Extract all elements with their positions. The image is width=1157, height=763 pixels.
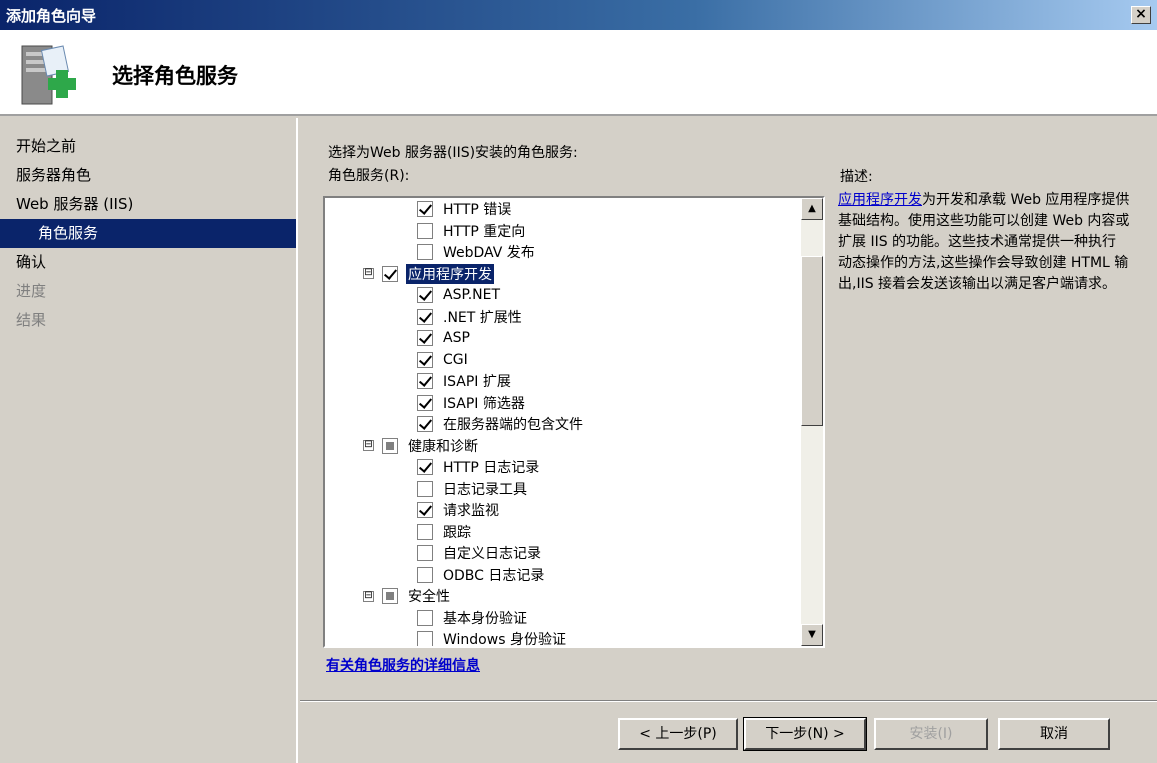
tree-row[interactable]: ⊟ 应用程序开发 xyxy=(363,262,495,285)
nav-item[interactable]: 确认 xyxy=(0,248,296,277)
checkbox[interactable] xyxy=(417,244,433,260)
tree-item-label[interactable]: 日志记录工具 xyxy=(441,479,529,499)
checkbox[interactable] xyxy=(382,588,398,604)
tree-item-label[interactable]: WebDAV 发布 xyxy=(441,242,537,262)
checkbox[interactable] xyxy=(417,566,433,583)
role-services-label: 角色服务(R): xyxy=(328,168,410,184)
checkbox[interactable] xyxy=(417,394,433,411)
nav-item[interactable]: 开始之前 xyxy=(0,132,296,161)
checkbox[interactable] xyxy=(417,373,433,389)
tree-item-label[interactable]: ODBC 日志记录 xyxy=(441,565,546,585)
more-info-link[interactable]: 有关角色服务的详细信息 xyxy=(326,655,480,675)
checkbox[interactable] xyxy=(417,545,433,561)
checkbox[interactable] xyxy=(417,330,433,346)
tree-row[interactable]: 在服务器端的包含文件 xyxy=(417,413,585,435)
tree-item-label[interactable]: 自定义日志记录 xyxy=(441,543,543,563)
tree-row[interactable]: 日志记录工具 xyxy=(417,478,529,500)
description-label: 描述: xyxy=(840,169,873,185)
scroll-down-icon[interactable]: ▼ xyxy=(801,624,823,646)
checkbox[interactable] xyxy=(417,459,433,475)
collapse-icon[interactable]: ⊟ xyxy=(363,440,374,451)
tree-row[interactable]: 请求监视 xyxy=(417,499,501,521)
scroll-thumb[interactable] xyxy=(801,256,823,426)
nav-item[interactable]: 服务器角色 xyxy=(0,161,296,190)
tree-item-label[interactable]: 应用程序开发 xyxy=(405,262,495,285)
tree-row[interactable]: Windows 身份验证 xyxy=(417,628,568,646)
tree-row[interactable]: HTTP 日志记录 xyxy=(417,456,541,478)
window-title: 添加角色向导 xyxy=(6,6,97,25)
tree-row[interactable]: ⊟ 安全性 xyxy=(363,585,452,607)
checkbox[interactable] xyxy=(417,609,433,626)
checkbox[interactable] xyxy=(382,265,398,282)
tree-item-label[interactable]: ASP.NET xyxy=(441,287,502,303)
next-button[interactable]: 下一步(N) > xyxy=(743,717,867,751)
checkbox[interactable] xyxy=(417,287,433,303)
tree-row[interactable]: ISAPI 扩展 xyxy=(417,370,513,392)
tree-row[interactable]: HTTP 重定向 xyxy=(417,220,527,242)
nav-item[interactable]: 角色服务 xyxy=(0,219,296,248)
checkbox[interactable] xyxy=(417,480,433,497)
main-content: 选择为Web 服务器(IIS)安装的角色服务: 角色服务(R): HTTP 错误… xyxy=(300,118,1157,763)
tree-row[interactable]: ASP.NET xyxy=(417,284,502,306)
nav-item: 结果 xyxy=(16,311,47,329)
cancel-button[interactable]: 取消 xyxy=(998,718,1110,750)
tree-row[interactable]: 自定义日志记录 xyxy=(417,542,543,564)
checkbox[interactable] xyxy=(417,416,433,432)
tree-row[interactable]: CGI xyxy=(417,349,470,371)
role-services-tree[interactable]: HTTP 错误 HTTP 重定向 WebDAV 发布 ⊟ 应用程序开发 ASP.NET .N… xyxy=(323,196,825,648)
tree-item-label[interactable]: 基本身份验证 xyxy=(441,608,529,628)
description-link[interactable]: 应用程序开发 xyxy=(838,192,922,208)
install-button: 安装(I) xyxy=(874,718,988,750)
page-heading: 选择角色服务 xyxy=(112,64,238,88)
close-button[interactable]: × xyxy=(1131,6,1151,24)
nav-item[interactable]: Web 服务器 (IIS) xyxy=(0,190,296,219)
tree-item-label[interactable]: ISAPI 筛选器 xyxy=(441,393,527,413)
scroll-up-icon[interactable]: ▲ xyxy=(801,198,823,220)
checkbox[interactable] xyxy=(417,222,433,239)
checkbox[interactable] xyxy=(417,523,433,540)
tree-item-label[interactable]: HTTP 日志记录 xyxy=(441,457,541,477)
button-separator xyxy=(300,700,1157,702)
prompt-text: 选择为Web 服务器(IIS)安装的角色服务: xyxy=(328,145,578,161)
tree-item-label[interactable]: 跟踪 xyxy=(441,522,473,542)
checkbox[interactable] xyxy=(417,201,433,217)
vertical-scrollbar[interactable]: ▲ ▼ xyxy=(801,198,823,646)
wizard-nav: 开始之前 服务器角色 Web 服务器 (IIS) 角色服务 确认进度结果 xyxy=(0,118,298,763)
back-button[interactable]: < 上一步(P) xyxy=(618,718,738,750)
tree-row[interactable]: HTTP 错误 xyxy=(417,198,513,220)
collapse-icon[interactable]: ⊟ xyxy=(363,268,374,279)
tree-item-label[interactable]: 请求监视 xyxy=(441,500,501,520)
tree-row[interactable]: WebDAV 发布 xyxy=(417,241,537,263)
wizard-header: 选择角色服务 xyxy=(0,30,1157,116)
tree-item-label[interactable]: 健康和诊断 xyxy=(406,436,480,456)
checkbox[interactable] xyxy=(417,351,433,368)
tree-row[interactable]: ISAPI 筛选器 xyxy=(417,392,527,414)
tree-row[interactable]: ASP xyxy=(417,327,472,349)
collapse-icon[interactable]: ⊟ xyxy=(363,590,374,602)
server-add-icon xyxy=(21,45,76,105)
tree-item-label[interactable]: 安全性 xyxy=(406,586,452,606)
tree-item-label[interactable]: Windows 身份验证 xyxy=(441,629,568,646)
checkbox[interactable] xyxy=(382,437,398,454)
tree-item-label[interactable]: .NET 扩展性 xyxy=(441,307,524,327)
tree-row[interactable]: 跟踪 xyxy=(417,521,473,543)
nav-item: 进度 xyxy=(16,282,47,300)
tree-row[interactable]: ODBC 日志记录 xyxy=(417,564,546,586)
tree-item-label[interactable]: HTTP 错误 xyxy=(441,199,513,219)
description-text: 应用程序开发为开发和承载 Web 应用程序提供基础结构。使用这些功能可以创建 W… xyxy=(838,190,1130,295)
tree-row[interactable]: .NET 扩展性 xyxy=(417,306,524,328)
checkbox[interactable] xyxy=(417,502,433,518)
checkbox[interactable] xyxy=(417,308,433,325)
tree-item-label[interactable]: 在服务器端的包含文件 xyxy=(441,414,585,434)
tree-row[interactable]: ⊟ 健康和诊断 xyxy=(363,435,480,457)
tree-row[interactable]: 基本身份验证 xyxy=(417,607,529,629)
tree-item-label[interactable]: CGI xyxy=(441,352,470,368)
title-bar: 添加角色向导 × xyxy=(0,0,1157,30)
tree-item-label[interactable]: HTTP 重定向 xyxy=(441,221,527,241)
tree-item-label[interactable]: ASP xyxy=(441,330,472,346)
tree-item-label[interactable]: ISAPI 扩展 xyxy=(441,371,513,391)
checkbox[interactable] xyxy=(417,631,433,646)
